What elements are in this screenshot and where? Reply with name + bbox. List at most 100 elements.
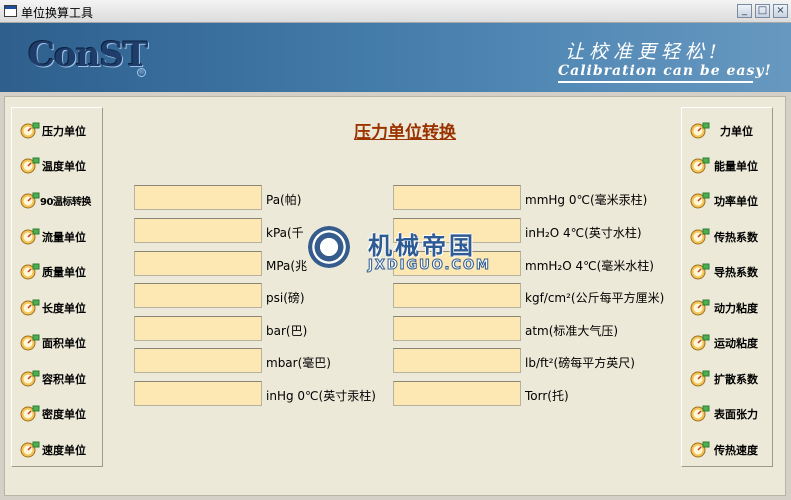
nav-label: 功率单位 [714,195,758,208]
nav-label: 流量单位 [42,231,86,244]
nav-kinematic-viscosity[interactable]: 运动粘度 [684,326,772,356]
nav-label: 密度单位 [42,408,86,421]
input-mpa[interactable] [134,251,262,276]
nav-area[interactable]: 面积单位 [14,326,102,356]
input-mmhg[interactable] [393,185,521,210]
gauge-icon [20,228,40,245]
gauge-icon [690,405,710,422]
unit-label-mbar: mbar(毫巴) [266,356,331,370]
nav-length[interactable]: 长度单位 [14,291,102,321]
nav-power[interactable]: 功率单位 [684,184,772,214]
gauge-icon [20,370,40,387]
nav-label: 力单位 [720,125,753,138]
maximize-icon: □ [757,5,768,16]
gauge-icon [690,334,710,351]
gauge-icon [690,263,710,280]
nav-energy[interactable]: 能量单位 [684,149,772,179]
input-kpa[interactable] [134,218,262,243]
nav-heat-transfer-coefficient[interactable]: 传热系数 [684,220,772,250]
minimize-button[interactable]: _ [737,4,752,18]
gauge-icon [20,157,40,174]
left-category-panel: 压力单位 温度单位 90温标转换 流量单位 质量单位 长度单位 面积单位 容积单… [11,107,103,467]
nav-heat-transfer-speed[interactable]: 传热速度 [684,433,772,463]
gauge-icon [690,157,710,174]
nav-volume[interactable]: 容积单位 [14,362,102,392]
input-lb-ft2[interactable] [393,348,521,373]
gauge-icon [690,441,710,458]
nav-label: 压力单位 [42,125,86,138]
nav-surface-tension[interactable]: 表面张力 [684,397,772,427]
nav-label: 90温标转换 [40,197,91,208]
nav-diffusion-coefficient[interactable]: 扩散系数 [684,362,772,392]
registered-mark-icon: ® [137,68,146,77]
nav-label: 温度单位 [42,160,86,173]
unit-label-atm: atm(标准大气压) [525,324,619,338]
nav-label: 质量单位 [42,266,86,279]
gauge-icon [20,122,40,139]
unit-label-psi: psi(磅) [266,291,305,305]
slogan-english: Calibration can be easy! [558,63,772,79]
input-inhg[interactable] [134,381,262,406]
nav-label: 速度单位 [42,444,86,457]
unit-label-inhg: inHg 0℃(英寸汞柱) [266,389,376,403]
nav-dynamic-viscosity[interactable]: 动力粘度 [684,291,772,321]
right-category-panel: 力单位 能量单位 功率单位 传热系数 导热系数 动力粘度 运动粘度 扩散系数 表… [681,107,773,467]
gauge-icon [20,192,40,209]
input-psi[interactable] [134,283,262,308]
input-kgf-cm2[interactable] [393,283,521,308]
unit-label-mpa: MPa(兆 [266,259,308,273]
nav-label: 能量单位 [714,160,758,173]
gauge-icon [690,192,710,209]
input-atm[interactable] [393,316,521,341]
nav-label: 传热系数 [714,231,758,244]
unit-label-bar: bar(巴) [266,324,308,338]
input-mmh2o[interactable] [393,251,521,276]
gauge-icon [20,299,40,316]
unit-label-mmhg: mmHg 0℃(毫米汞柱) [525,193,648,207]
unit-label-torr: Torr(托) [525,389,569,403]
nav-thermal-conductivity[interactable]: 导热系数 [684,255,772,285]
gauge-icon [20,405,40,422]
minimize-icon: _ [742,5,747,16]
nav-label: 传热速度 [714,444,758,457]
slogan-underline [558,81,753,83]
gauge-icon [690,228,710,245]
input-inh2o[interactable] [393,218,521,243]
input-mbar[interactable] [134,348,262,373]
close-icon: × [776,5,785,16]
nav-its90[interactable]: 90温标转换 [14,184,102,214]
nav-label: 动力粘度 [714,302,758,315]
nav-label: 表面张力 [714,408,758,421]
slogan-chinese: 让校准更轻松! [565,41,722,63]
close-button[interactable]: × [773,4,788,18]
unit-label-kpa: kPa(千 [266,226,304,240]
nav-temperature[interactable]: 温度单位 [14,149,102,179]
title-bar: 单位换算工具 _ □ × [0,0,791,23]
maximize-button[interactable]: □ [755,4,770,18]
app-icon [4,5,17,17]
nav-mass[interactable]: 质量单位 [14,255,102,285]
window-title: 单位换算工具 [21,6,94,20]
unit-label-kgf-cm2: kgf/cm²(公斤每平方厘米) [525,291,665,305]
gauge-icon [20,263,40,280]
input-pa[interactable] [134,185,262,210]
nav-label: 面积单位 [42,337,86,350]
page-title: 压力单位转换 [354,123,456,143]
gauge-icon [20,334,40,351]
unit-label-inh2o: inH₂O 4℃(英寸水柱) [525,226,642,240]
nav-label: 运动粘度 [714,337,758,350]
nav-label: 容积单位 [42,373,86,386]
nav-force[interactable]: 力单位 [684,114,772,144]
nav-label: 扩散系数 [714,373,758,386]
unit-label-pa: Pa(帕) [266,193,302,207]
input-torr[interactable] [393,381,521,406]
nav-flow[interactable]: 流量单位 [14,220,102,250]
nav-speed[interactable]: 速度单位 [14,433,102,463]
header-banner: ConST ® 让校准更轻松! Calibration can be easy! [0,23,791,92]
nav-density[interactable]: 密度单位 [14,397,102,427]
input-bar[interactable] [134,316,262,341]
unit-label-mmh2o: mmH₂O 4℃(毫米水柱) [525,259,654,273]
nav-pressure[interactable]: 压力单位 [14,114,102,144]
gauge-icon [690,299,710,316]
unit-label-lb-ft2: lb/ft²(磅每平方英尺) [525,356,635,370]
